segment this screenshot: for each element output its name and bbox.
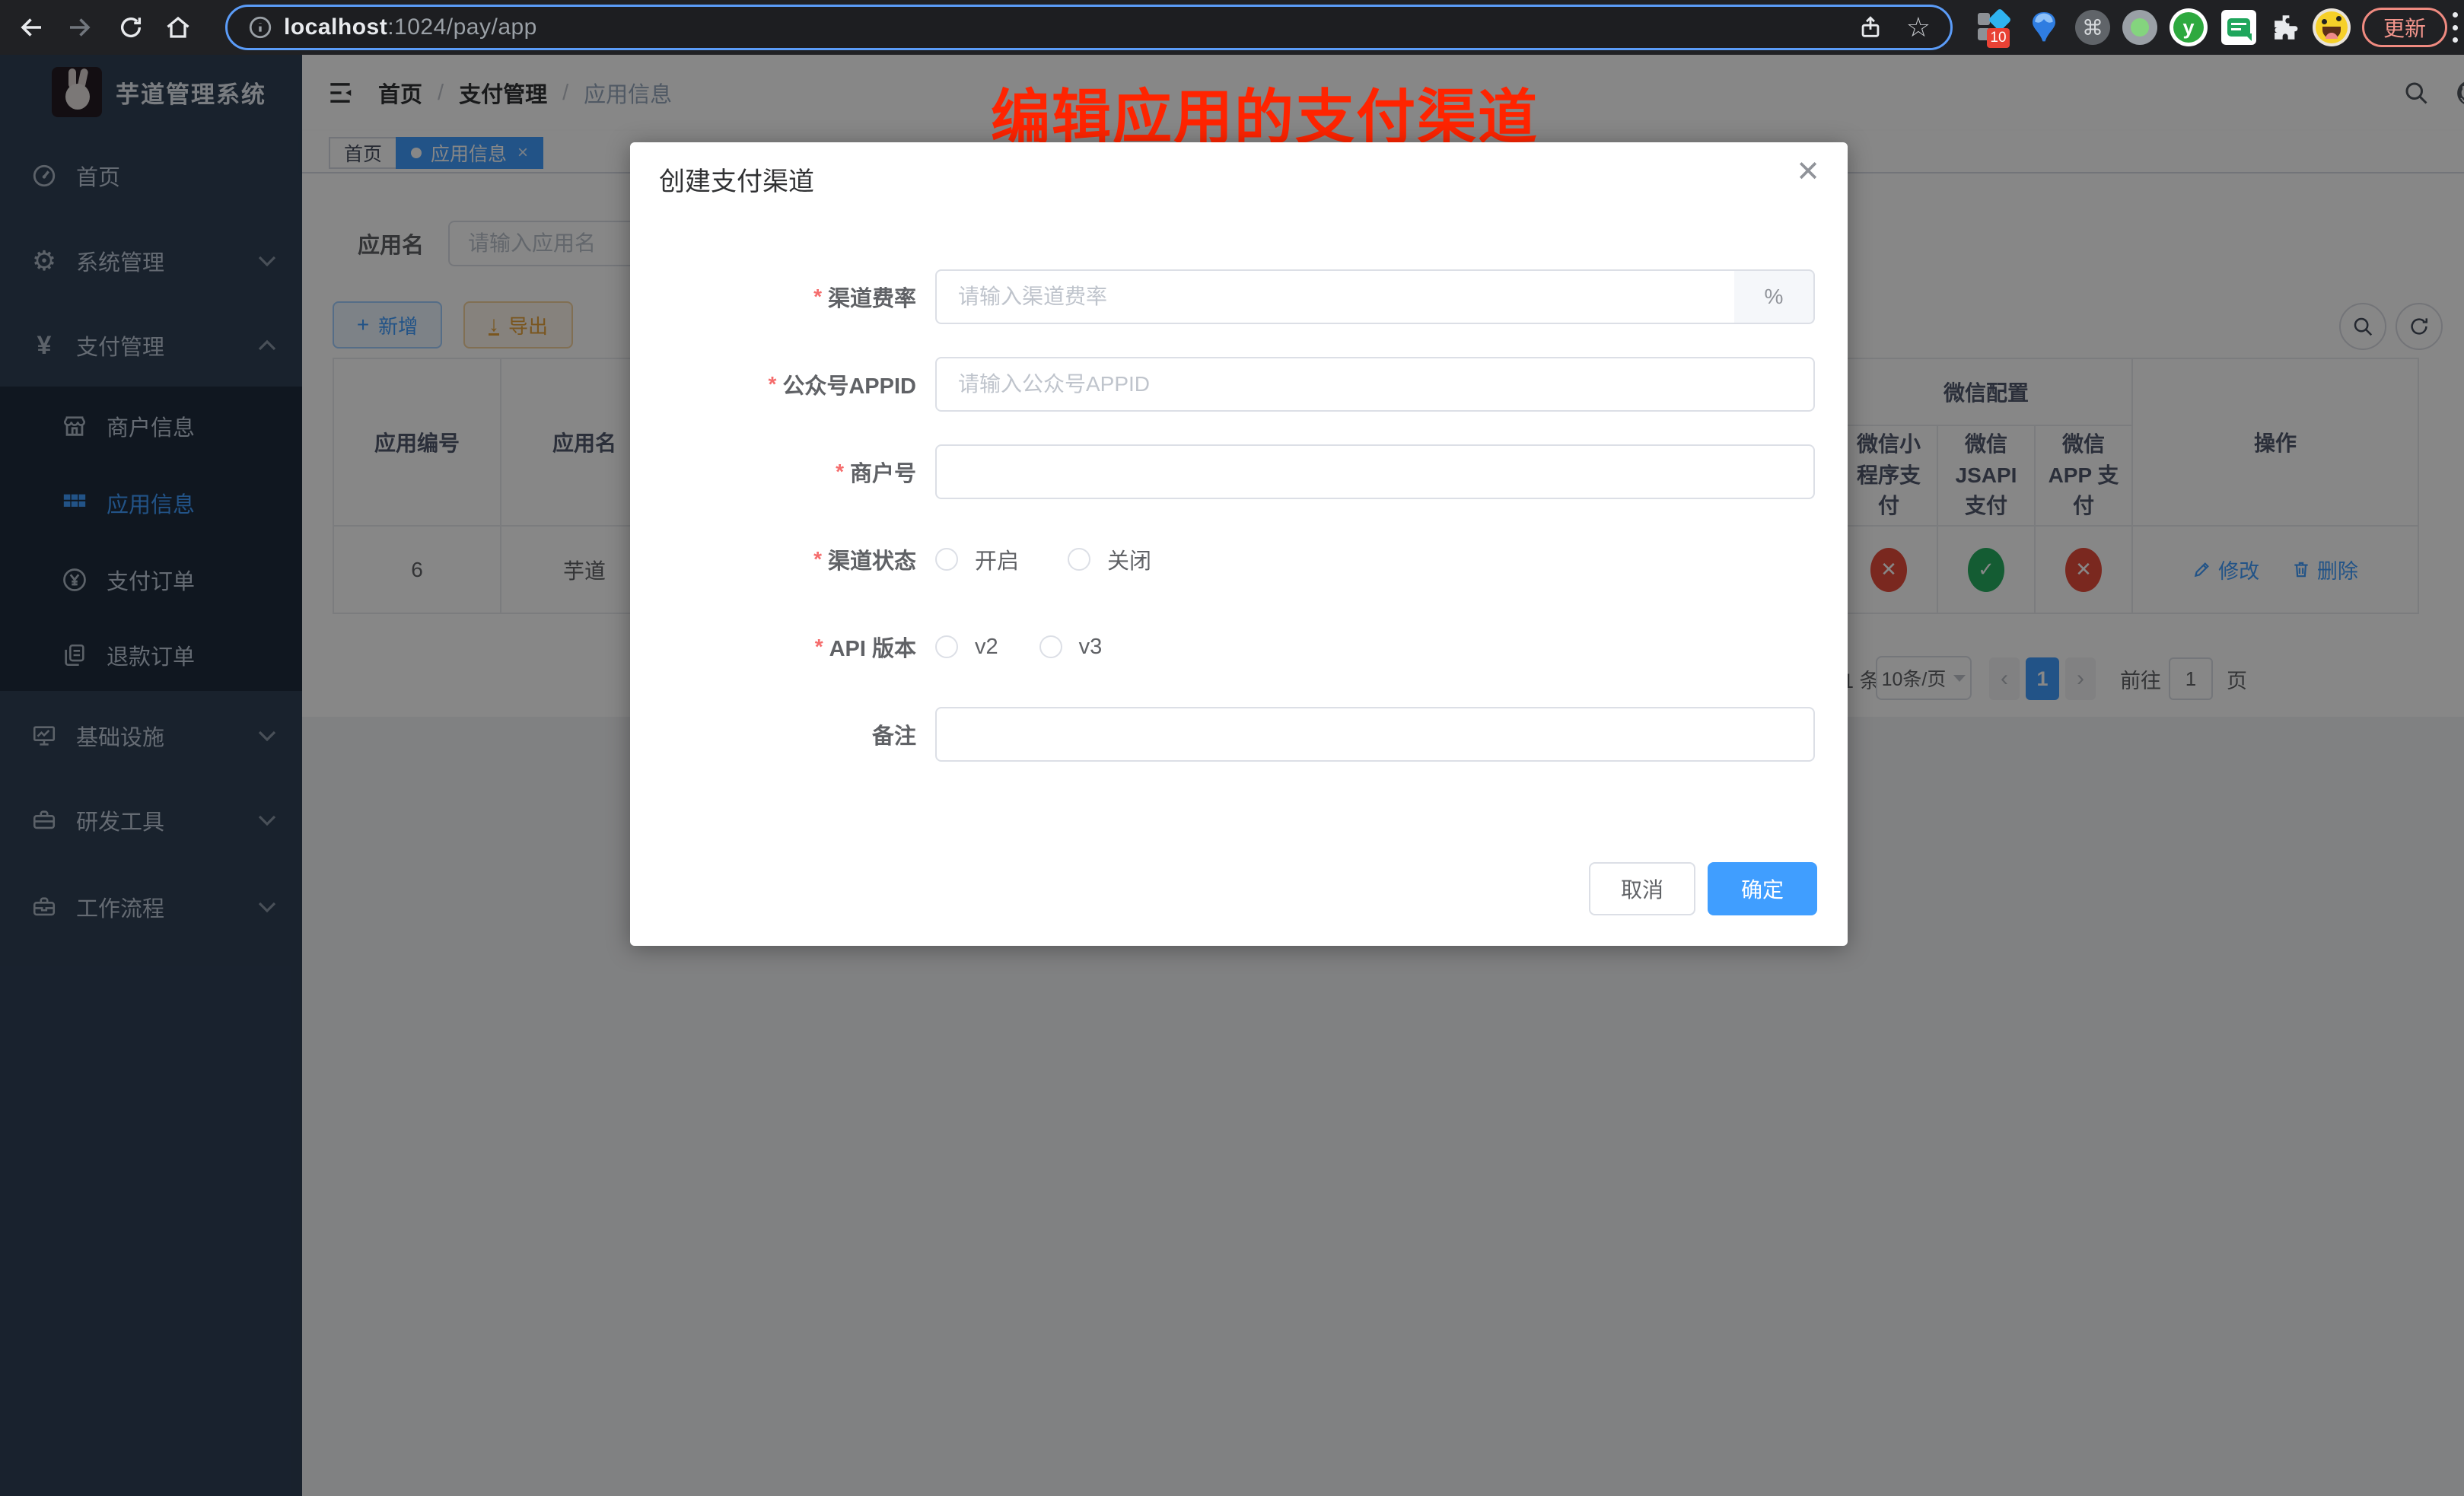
field-row-merchant: * 商户号	[630, 444, 1848, 499]
profile-avatar-emoji[interactable]	[2312, 8, 2351, 47]
field-row-remark: 备注	[630, 707, 1848, 762]
extension-tabs-icon[interactable]: 10	[1975, 8, 2015, 47]
dialog-title: 创建支付渠道	[659, 161, 814, 198]
browser-home-icon[interactable]	[158, 8, 198, 47]
status-label: * 渠道状态	[630, 532, 916, 587]
extension-y-icon[interactable]: y	[2169, 8, 2208, 47]
browser-chrome: localhost:1024/pay/app ☆ 10 ⌘ y	[0, 0, 2464, 55]
field-row-api-version: * API 版本 v2 v3	[630, 619, 1848, 674]
extension-badge: 10	[1987, 28, 2010, 48]
browser-back-icon[interactable]	[12, 8, 52, 47]
rate-append-percent: %	[1734, 269, 1815, 324]
rate-input[interactable]	[935, 269, 1736, 324]
browser-menu-icon[interactable]	[2452, 12, 2458, 43]
radio-circle-icon	[1039, 635, 1062, 658]
radio-status-close[interactable]: 关闭	[1068, 543, 1151, 575]
browser-reload-icon[interactable]	[111, 8, 151, 47]
bookmark-star-icon[interactable]: ☆	[1906, 14, 1931, 41]
cancel-button[interactable]: 取消	[1589, 862, 1695, 915]
address-bar[interactable]: localhost:1024/pay/app ☆	[225, 5, 1953, 50]
radio-circle-icon	[935, 548, 958, 571]
extension-chat-icon[interactable]	[2219, 8, 2259, 47]
merchant-input[interactable]	[935, 444, 1815, 499]
appid-label: * 公众号APPID	[630, 357, 916, 412]
rate-label: * 渠道费率	[630, 269, 916, 324]
field-row-status: * 渠道状态 开启 关闭	[630, 532, 1848, 587]
field-row-appid: * 公众号APPID	[630, 357, 1848, 412]
merchant-label: * 商户号	[630, 444, 916, 499]
dialog-close-icon[interactable]: ✕	[1796, 158, 1820, 186]
confirm-button[interactable]: 确定	[1708, 862, 1817, 915]
radio-api-v2[interactable]: v2	[935, 635, 998, 660]
radio-circle-icon	[935, 635, 958, 658]
extensions-puzzle-icon[interactable]	[2266, 8, 2306, 47]
remark-input[interactable]	[935, 707, 1815, 762]
radio-status-open[interactable]: 开启	[935, 543, 1019, 575]
appid-input[interactable]	[935, 357, 1815, 412]
field-row-rate: * 渠道费率 %	[630, 269, 1848, 324]
radio-circle-icon	[1068, 548, 1090, 571]
screen: localhost:1024/pay/app ☆ 10 ⌘ y	[0, 0, 2464, 1496]
extension-pin-icon[interactable]	[2024, 8, 2064, 47]
api-version-label: * API 版本	[630, 619, 916, 674]
url-text: localhost:1024/pay/app	[284, 14, 537, 40]
create-pay-channel-dialog: 创建支付渠道 ✕ * 渠道费率 % * 公众号APPID * 商户号	[630, 142, 1848, 946]
browser-forward-icon[interactable]	[59, 8, 99, 47]
extension-green-dot-icon[interactable]	[2120, 8, 2160, 47]
share-icon[interactable]	[1858, 14, 1883, 40]
extension-command-icon[interactable]: ⌘	[2073, 8, 2112, 47]
browser-update-button[interactable]: 更新	[2362, 8, 2447, 47]
radio-api-v3[interactable]: v3	[1039, 635, 1103, 660]
remark-label: 备注	[630, 707, 916, 762]
